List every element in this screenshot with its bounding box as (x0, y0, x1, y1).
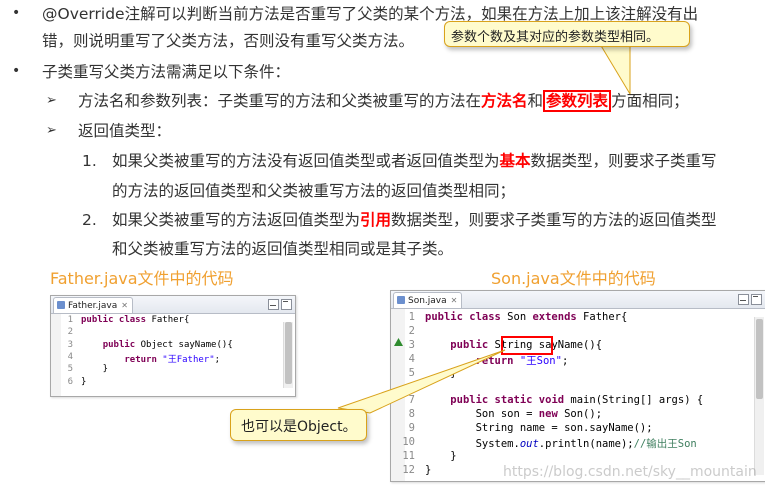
minimize-icon[interactable] (268, 299, 279, 310)
maximize-icon[interactable] (281, 299, 292, 310)
line-number: 6 (67, 376, 73, 387)
father-scroll-thumb[interactable] (285, 322, 292, 384)
code-line: } (81, 364, 109, 375)
son-tab[interactable]: Son.java ✕ (393, 292, 463, 308)
item2-prefix: 如果父类被重写的方法返回值类型为 (112, 211, 361, 229)
arrow-bullet-icon: ➢ (46, 93, 57, 108)
java-file-icon (57, 301, 65, 309)
code-line: } (425, 450, 457, 462)
item2-bold: 引用 (360, 211, 392, 229)
bullet-dot: • (12, 5, 21, 21)
bullet1-line2: 错，则说明重写了父类方法，否则没有重写父类方法。 (42, 32, 415, 50)
code-line: } (425, 463, 432, 476)
item2-num: 2. (82, 211, 97, 229)
item2-suffix: 数据类型，则要求子类重写的方法的返回值类型 (391, 211, 717, 229)
sub1-bold-params: 参数列表 (543, 90, 612, 112)
sub1-line: 方法名和参数列表：子类重写的方法和父类被重写的方法在方法名和 参数列表 方面相同； (78, 90, 689, 112)
arrow-bullet-icon: ➢ (46, 123, 57, 138)
code-line: } (81, 376, 87, 387)
son-tab-label: Son.java (408, 296, 447, 306)
line-number: 10 (402, 436, 415, 449)
son-scrollbar[interactable] (754, 317, 764, 475)
caption-son: Son.java文件中的代码 (491, 269, 656, 288)
father-scrollbar[interactable] (283, 322, 293, 388)
java-file-icon (397, 296, 405, 304)
item1-line1: 如果父类被重写的方法没有返回值类型或者返回值类型为基本数据类型，则要求子类重写 (112, 151, 717, 171)
minimize-icon[interactable] (738, 294, 749, 305)
line-number: 5 (67, 364, 73, 375)
line-number: 11 (402, 450, 415, 462)
bullet2-text: 子类重写父类方法需满足以下条件： (42, 63, 291, 81)
sub2-line: 返回值类型： (78, 122, 172, 140)
caption-father: Father.java文件中的代码 (50, 269, 234, 288)
bullet-dot: • (12, 63, 21, 79)
line-number: 1 (67, 315, 73, 325)
sub1-suffix: 方面相同； (611, 92, 689, 110)
father-tab[interactable]: Father.java ✕ (53, 297, 133, 313)
item1-bold: 基本 (499, 152, 531, 170)
sub1-bold-method: 方法名 (481, 92, 528, 110)
item2-line1: 如果父类被重写的方法返回值类型为引用数据类型，则要求子类重写的方法的返回值类型 (112, 210, 717, 230)
line-number: 12 (402, 463, 415, 476)
close-tab-icon[interactable]: ✕ (121, 301, 128, 310)
item2-line2: 和父类被重写方法的返回值类型相同或是其子类。 (112, 240, 454, 258)
line-number: 3 (67, 339, 73, 350)
close-tab-icon[interactable]: ✕ (451, 296, 458, 305)
code-line: return "王Father"; (124, 354, 221, 365)
code-line: public class Father{ (81, 315, 190, 325)
line-number: 2 (67, 327, 73, 338)
line-number: 4 (67, 351, 73, 362)
sub1-mid: 和 (527, 92, 544, 110)
code-line: System.out.println(name);//输出王Son (425, 438, 697, 451)
line-number: 1 (408, 311, 415, 323)
father-tabbar: Father.java ✕ (51, 296, 295, 314)
item1-prefix: 如果父类被重写的方法没有返回值类型或者返回值类型为 (112, 152, 500, 170)
item1-line2: 的方法的返回值类型和父类被重写方法的返回值类型相同； (112, 182, 516, 200)
callout-bottom: 也可以是Object。 (230, 409, 367, 441)
code-line: public class Son extends Father{ (425, 311, 628, 323)
son-tabbar: Son.java ✕ (391, 291, 765, 309)
callout-top-pointer (599, 44, 631, 96)
son-scroll-thumb[interactable] (756, 319, 763, 399)
callout-top-text: 参数个数及其对应的参数类型相同。 (451, 30, 660, 45)
father-tab-label: Father.java (68, 301, 118, 311)
item1-num: 1. (82, 152, 97, 170)
maximize-icon[interactable] (751, 294, 762, 305)
father-editor: Father.java ✕ 1 public class Father{ 2 3 pub… (50, 295, 296, 397)
code-line: public Object sayName(){ (102, 339, 233, 350)
callout-bottom-text: 也可以是Object。 (241, 419, 357, 435)
watermark: https://blog.csdn.net/sky__mountain (503, 464, 757, 480)
callout-top: 参数个数及其对应的参数类型相同。 (444, 21, 690, 47)
sub1-prefix: 方法名和参数列表：子类重写的方法和父类被重写的方法在 (78, 92, 482, 110)
item1-suffix: 数据类型，则要求子类重写 (530, 152, 717, 170)
line-number: 2 (408, 324, 415, 337)
